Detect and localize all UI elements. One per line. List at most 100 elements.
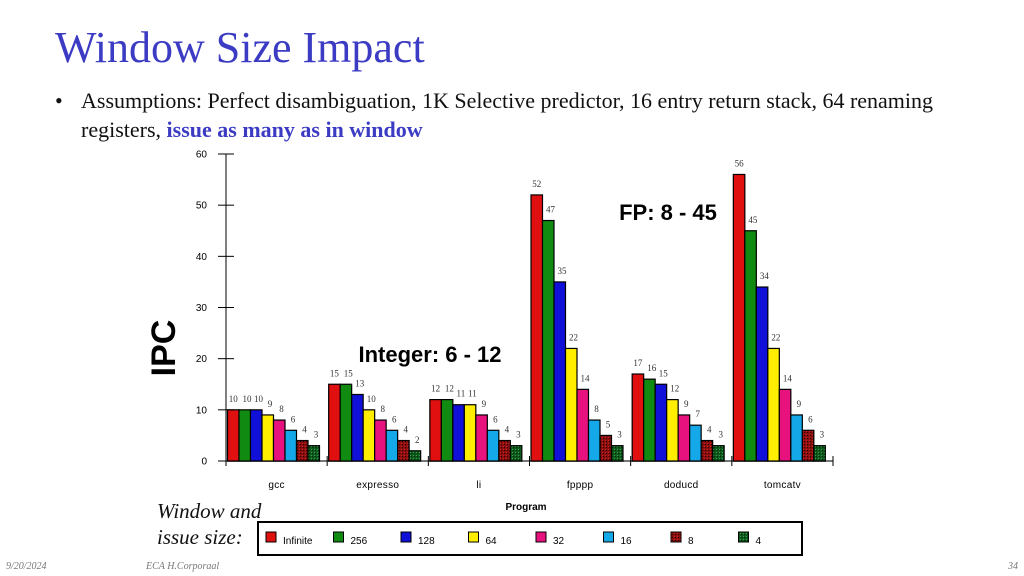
x-tick-label: li [476,480,481,491]
data-label: 3 [617,430,622,440]
x-axis-label: Program [505,502,546,513]
x-tick-label: expresso [356,480,399,491]
data-label: 9 [268,399,273,409]
data-label: 4 [403,425,408,435]
data-label: 47 [546,205,556,215]
annotation-integer: Integer: 6 - 12 [358,342,501,367]
bar-tomcatv-64 [767,347,780,462]
data-label: 12 [445,384,454,394]
legend-caption-line1: Window and [157,499,262,523]
data-label: 15 [344,368,354,378]
bar-tomcatv-8 [801,429,815,462]
bars [226,173,826,462]
footer-author: ECA H.Corporaal [146,561,220,572]
data-label: 6 [291,414,296,424]
y-tick-label: 10 [196,405,208,416]
bar-doducd-8 [700,439,714,462]
bar-gcc-8 [295,439,309,462]
x-tick-label: tomcatv [764,480,801,491]
legend-swatch-4 [738,531,749,543]
bar-li-4 [509,445,523,462]
data-label: 3 [820,430,825,440]
bar-espresso-128 [351,393,364,462]
bar-fpppp-Infinite [530,194,544,462]
bar-gcc-128 [249,409,263,462]
data-label: 9 [482,399,487,409]
bar-li-256 [440,399,454,462]
legend-swatch-128 [400,531,412,543]
bar-espresso-16 [385,429,399,462]
data-label: 22 [569,332,578,342]
data-label: 10 [243,394,253,404]
footer-date: 9/20/2024 [6,561,47,572]
data-label: 6 [493,414,498,424]
data-label: 10 [367,394,377,404]
data-label: 15 [659,368,669,378]
bar-gcc-32 [272,419,286,462]
y-tick-label: 30 [196,303,208,314]
bar-tomcatv-16 [790,414,803,462]
legend-label: 8 [688,536,694,547]
bar-espresso-32 [374,419,387,462]
data-label: 7 [695,409,700,419]
data-label: 4 [505,425,510,435]
data-label: 17 [633,358,643,368]
data-label: 8 [279,404,284,414]
bar-espresso-Infinite [328,383,341,462]
legend-swatch-Infinite [265,531,277,543]
bar-tomcatv-4 [813,445,826,462]
annotation-fp: FP: 8 - 45 [619,200,717,225]
legend-swatch-64 [468,531,479,543]
bar-tomcatv-128 [755,286,769,462]
data-label: 10 [254,394,264,404]
bar-fpppp-8 [599,434,613,462]
data-label: 11 [457,389,466,399]
data-label: 8 [594,404,599,414]
bar-li-8 [498,439,511,462]
legend-label: 256 [351,536,368,547]
bar-doducd-4 [712,445,725,462]
data-label: 11 [468,389,477,399]
legend-label: 64 [486,536,498,547]
data-label: 14 [783,373,793,383]
footer-page-number: 34 [1008,561,1018,572]
data-label: 52 [532,179,541,189]
y-tick-label: 60 [196,150,208,161]
x-tick-label: fpppp [567,480,594,491]
data-label: 22 [771,332,780,342]
data-label: 6 [808,414,813,424]
bar-doducd-256 [643,378,656,462]
legend-swatch-8 [670,531,682,543]
bar-fpppp-16 [587,419,601,462]
bar-espresso-64 [362,409,376,462]
bar-doducd-128 [654,383,668,462]
data-label: 9 [684,399,689,409]
bar-fpppp-128 [553,281,567,462]
y-tick-label: 40 [196,252,208,263]
bar-doducd-16 [689,424,702,462]
bar-doducd-64 [666,399,679,462]
data-label: 13 [355,378,365,388]
bar-li-Infinite [429,399,442,462]
data-label: 34 [760,271,770,281]
data-label: 2 [415,435,420,445]
bar-gcc-16 [284,429,298,462]
data-label: 16 [647,363,657,373]
legend-caption: Window and issue size: [157,498,261,550]
data-label: 35 [558,266,568,276]
x-tick-label: gcc [268,480,284,491]
data-label: 3 [314,430,319,440]
legend-label: Infinite [283,536,313,547]
data-label: 3 [718,430,723,440]
bar-doducd-32 [677,414,691,462]
data-label: 45 [748,215,758,225]
bar-tomcatv-256 [744,230,757,462]
y-tick-label: 50 [196,201,208,212]
x-tick-label: doducd [664,480,699,491]
y-axis-label: IPC [145,320,183,377]
legend-caption-line2: issue size: [157,525,243,549]
bar-gcc-Infinite [226,409,240,462]
data-label: 56 [735,158,745,168]
y-tick-label: 20 [196,354,208,365]
data-label: 3 [516,430,521,440]
